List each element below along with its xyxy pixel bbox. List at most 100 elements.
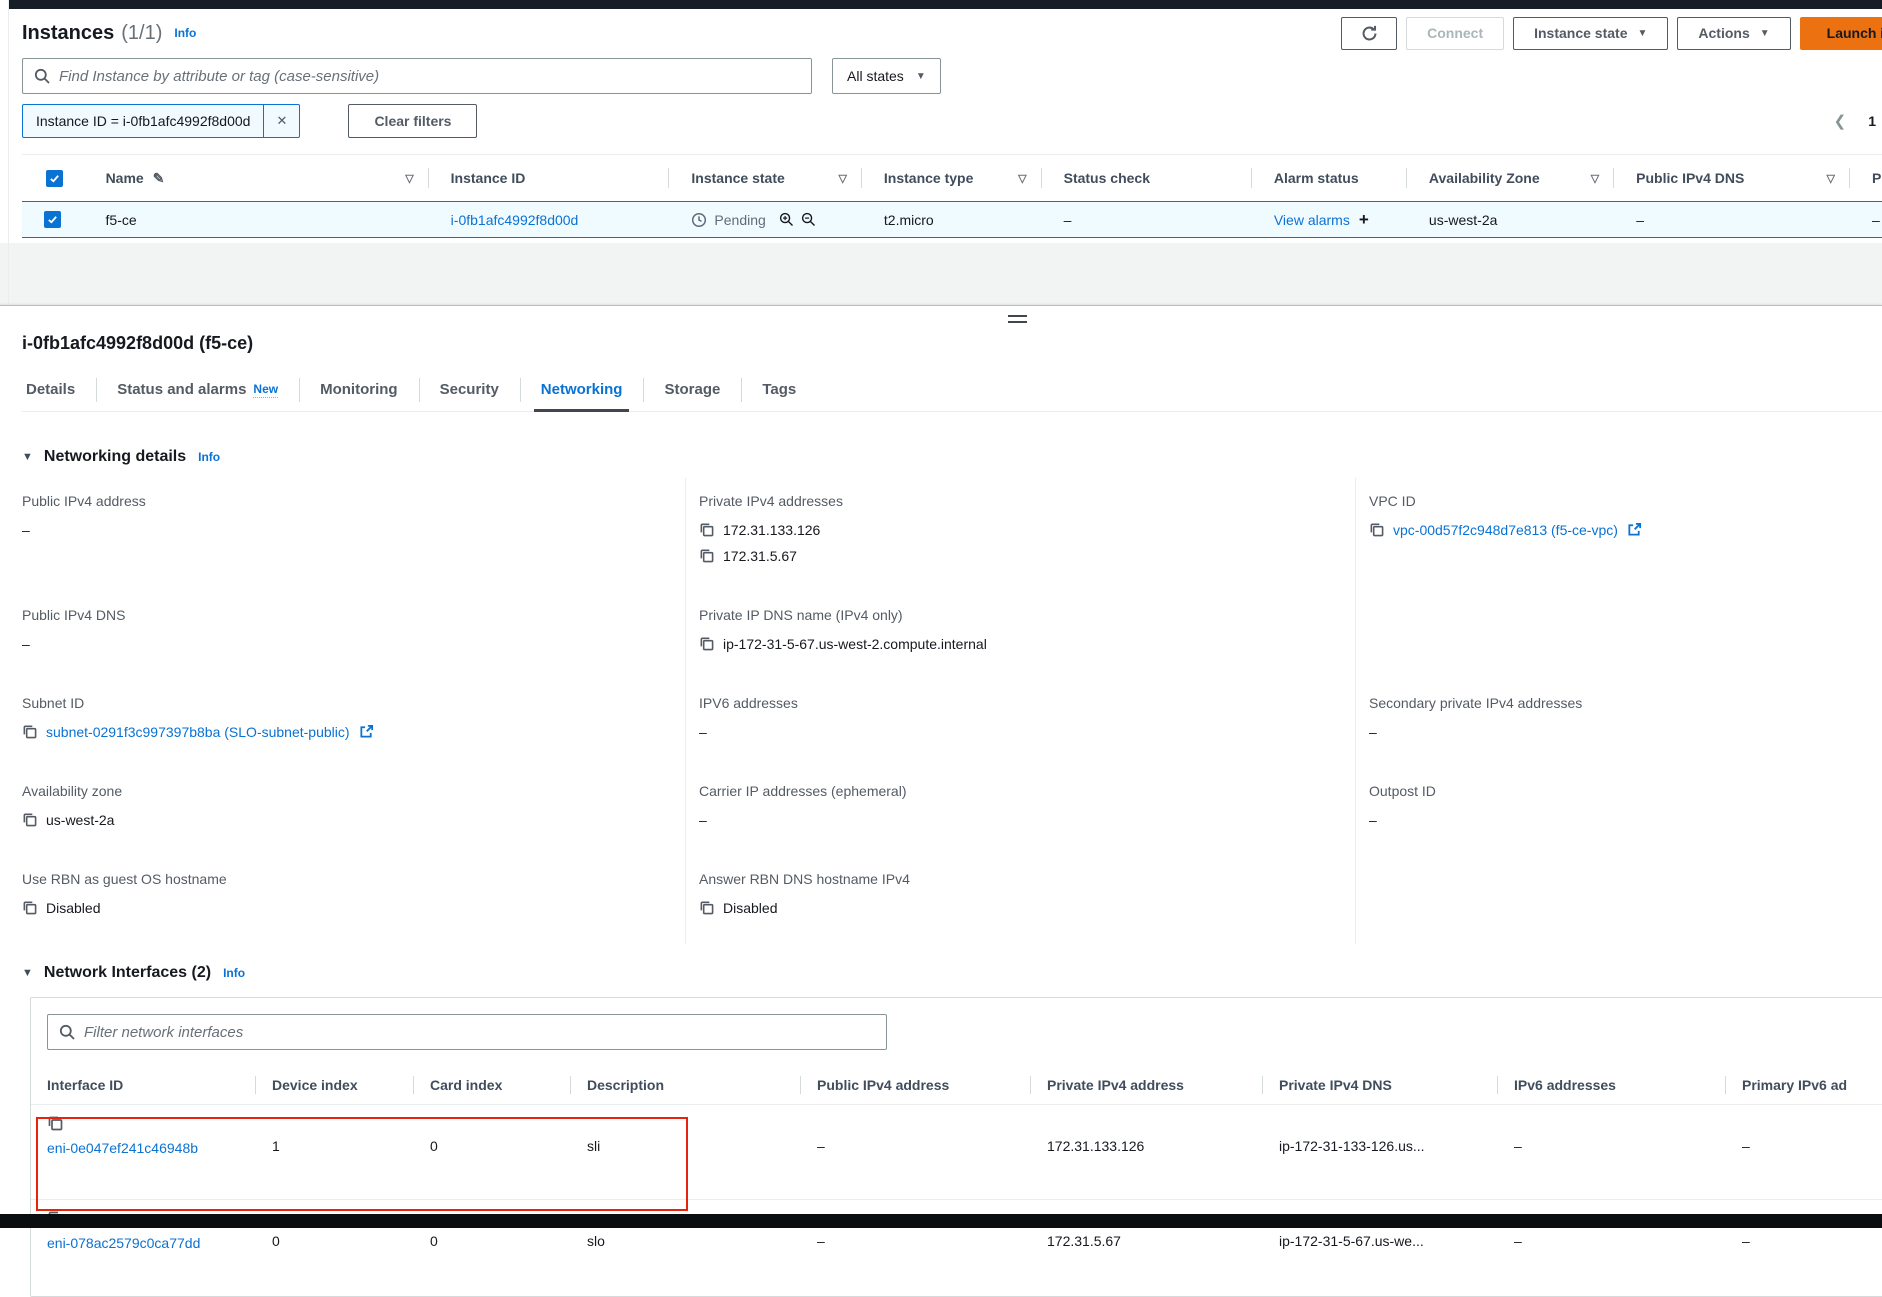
column-header-private-ipv4[interactable]: Private IPv4 address (1031, 1065, 1263, 1104)
instance-id-link[interactable]: i-0fb1afc4992f8d00d (451, 212, 579, 228)
sort-icon[interactable]: ▽ (1018, 172, 1026, 185)
column-header-public-ipv4[interactable]: Public IPv4 address (801, 1065, 1031, 1104)
actions-dropdown[interactable]: Actions ▼ (1677, 17, 1790, 50)
interface-id-link[interactable]: eni-0e047ef241c46948b (47, 1137, 202, 1160)
column-header-interface-id[interactable]: Interface ID (31, 1065, 256, 1104)
column-header-alarm-status[interactable]: Alarm status (1252, 155, 1407, 201)
collapse-caret-icon[interactable]: ▼ (22, 967, 33, 979)
vpc-id-link[interactable]: vpc-00d57f2c948d7e813 (f5-ce-vpc) (1393, 522, 1618, 538)
zoom-in-icon[interactable] (779, 212, 794, 227)
connect-button[interactable]: Connect (1406, 17, 1504, 50)
previous-page-icon[interactable]: ❮ (1834, 112, 1847, 130)
cell-primary-ipv6: – (1726, 1105, 1882, 1199)
copy-icon[interactable] (699, 548, 714, 563)
field-subnet-id: Subnet ID subnet-0291f3c997397b8ba (SLO-… (22, 680, 685, 768)
check-icon (49, 173, 60, 184)
copy-icon[interactable] (22, 724, 37, 739)
copy-icon[interactable] (47, 1115, 63, 1131)
collapse-caret-icon[interactable]: ▼ (22, 451, 33, 463)
copy-icon[interactable] (699, 522, 714, 537)
interface-id-link[interactable]: eni-078ac2579c0ca77dd (47, 1232, 202, 1255)
external-link-icon[interactable] (359, 724, 374, 739)
tab-tags[interactable]: Tags (741, 368, 817, 411)
interfaces-filter-input[interactable] (84, 1024, 875, 1041)
refresh-icon (1361, 25, 1378, 42)
edit-icon[interactable]: ✎ (153, 170, 165, 187)
column-header-public-ipv4-dns[interactable]: Public IPv4 DNS ▽ (1614, 155, 1850, 201)
column-header-instance-type[interactable]: Instance type ▽ (862, 155, 1042, 201)
column-header-name[interactable]: Name ✎ ▽ (84, 155, 429, 201)
all-states-dropdown[interactable]: All states ▼ (832, 58, 941, 94)
launch-instances-button[interactable]: Launch insta (1800, 17, 1882, 50)
cell-public-ipv4-dns: – (1614, 202, 1850, 237)
column-header-primary-ipv6[interactable]: Primary IPv6 ad (1726, 1065, 1882, 1104)
field-vpc-id: VPC ID vpc-00d57f2c948d7e813 (f5-ce-vpc) (1355, 478, 1882, 592)
search-input[interactable] (59, 68, 800, 85)
tab-status-and-alarms[interactable]: Status and alarms New (96, 368, 299, 411)
column-header-instance-state[interactable]: Instance state ▽ (669, 155, 862, 201)
all-states-dropdown-label: All states (847, 68, 904, 84)
network-interfaces-title: Network Interfaces (2) (44, 964, 211, 982)
search-icon (34, 68, 50, 84)
refresh-button[interactable] (1341, 17, 1397, 50)
networking-info-link[interactable]: Info (198, 450, 220, 464)
add-alarm-icon[interactable]: + (1359, 210, 1369, 230)
page-header: Instances (1/1) Info Connect Instance st… (22, 16, 1882, 50)
column-header-device-index[interactable]: Device index (256, 1065, 414, 1104)
zoom-out-icon[interactable] (801, 212, 816, 227)
copy-icon[interactable] (699, 636, 714, 651)
page-number[interactable]: 1 (1868, 113, 1876, 129)
split-panel-resize-handle[interactable] (1008, 315, 1027, 323)
filter-token: Instance ID = i-0fb1afc4992f8d00d ✕ (22, 104, 300, 138)
instances-table: Name ✎ ▽ Instance ID Instance state ▽ In… (22, 154, 1882, 238)
row-checkbox[interactable] (44, 211, 61, 228)
select-all-checkbox[interactable] (46, 170, 63, 187)
cell-clipped: – (1850, 202, 1882, 237)
cell-public-ipv4: – (801, 1105, 1031, 1199)
field-secondary-private-ipv4: Secondary private IPv4 addresses – (1355, 680, 1882, 768)
column-header-availability-zone[interactable]: Availability Zone ▽ (1407, 155, 1614, 201)
column-header-description[interactable]: Description (571, 1065, 801, 1104)
view-alarms-link[interactable]: View alarms (1274, 212, 1350, 228)
column-header-ipv6-addresses[interactable]: IPv6 addresses (1498, 1065, 1726, 1104)
external-link-icon[interactable] (1627, 522, 1642, 537)
instance-detail-panel: i-0fb1afc4992f8d00d (f5-ce) Details Stat… (0, 305, 1882, 1297)
detail-heading: i-0fb1afc4992f8d00d (f5-ce) (22, 306, 1882, 354)
column-header-status-check[interactable]: Status check (1042, 155, 1252, 201)
interfaces-info-link[interactable]: Info (223, 966, 245, 980)
tab-networking[interactable]: Networking (520, 368, 644, 411)
column-header-instance-id[interactable]: Instance ID (429, 155, 670, 201)
copy-icon[interactable] (699, 900, 714, 915)
tab-security[interactable]: Security (419, 368, 520, 411)
clear-filters-button[interactable]: Clear filters (348, 104, 477, 138)
window-bottom-edge (0, 1214, 1882, 1228)
column-header-card-index[interactable]: Card index (414, 1065, 571, 1104)
copy-icon[interactable] (1369, 522, 1384, 537)
cell-private-ipv4: 172.31.133.126 (1031, 1105, 1263, 1199)
sort-icon[interactable]: ▽ (1827, 172, 1835, 185)
cell-device-index: 1 (256, 1105, 414, 1199)
remove-filter-button[interactable]: ✕ (263, 105, 299, 137)
copy-icon[interactable] (22, 900, 37, 915)
cell-instance-state: Pending (669, 202, 862, 237)
cell-instance-type: t2.micro (862, 202, 1042, 237)
instance-state-dropdown-label: Instance state (1534, 25, 1627, 41)
subnet-id-link[interactable]: subnet-0291f3c997397b8ba (SLO-subnet-pub… (46, 724, 350, 740)
caret-down-icon: ▼ (1637, 28, 1647, 39)
sort-icon[interactable]: ▽ (838, 172, 846, 185)
tab-monitoring[interactable]: Monitoring (299, 368, 418, 411)
sort-icon[interactable]: ▽ (405, 172, 413, 185)
column-header-clipped[interactable]: P (1850, 155, 1882, 201)
column-header-private-ipv4-dns[interactable]: Private IPv4 DNS (1263, 1065, 1498, 1104)
tab-details[interactable]: Details (22, 368, 96, 411)
sort-icon[interactable]: ▽ (1591, 172, 1599, 185)
instance-state-dropdown[interactable]: Instance state ▼ (1513, 17, 1668, 50)
tab-storage[interactable]: Storage (643, 368, 741, 411)
instances-info-link[interactable]: Info (174, 26, 196, 40)
field-private-ipv4-addresses: Private IPv4 addresses 172.31.133.126 17… (685, 478, 1355, 592)
networking-details-title: Networking details (44, 448, 186, 466)
copy-icon[interactable] (22, 812, 37, 827)
field-availability-zone: Availability zone us-west-2a (22, 768, 685, 856)
instance-row[interactable]: f5-ce i-0fb1afc4992f8d00d Pending t2.mic… (22, 201, 1882, 238)
interfaces-filter-box (47, 1014, 887, 1050)
